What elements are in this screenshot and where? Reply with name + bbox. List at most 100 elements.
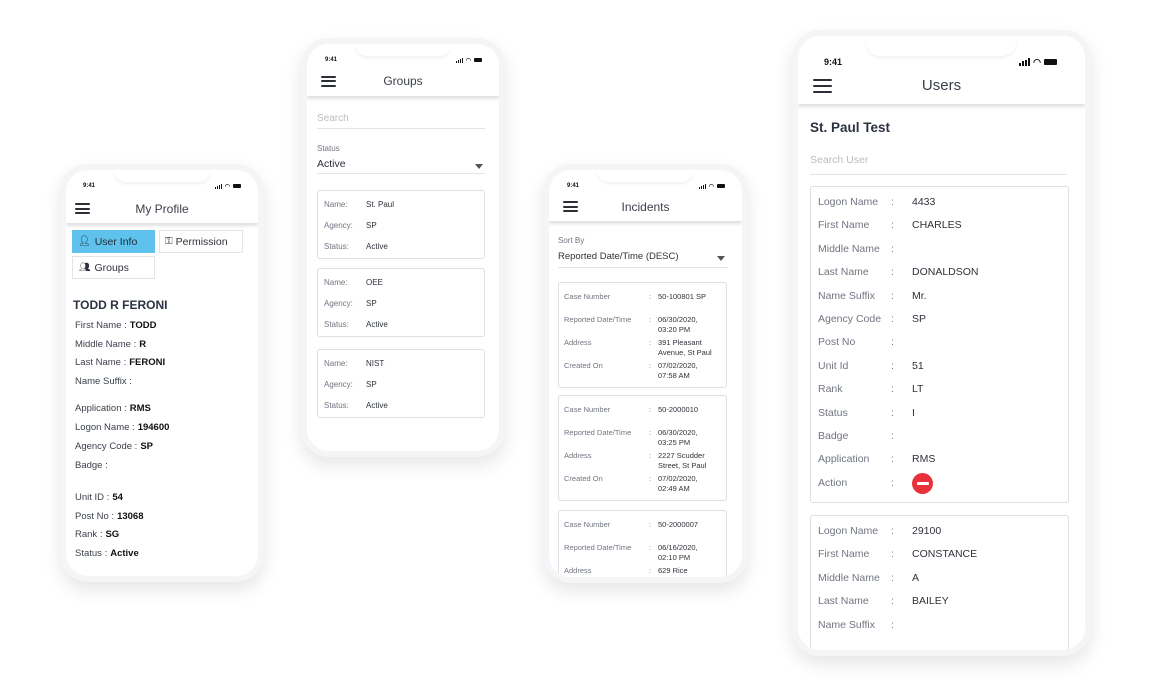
profile-field: Middle Name :R: [75, 339, 146, 350]
field-separator: :: [891, 196, 894, 208]
profile-field: Badge :: [75, 460, 111, 471]
group-field-value: Active: [366, 242, 388, 251]
user-field-value: I: [912, 406, 915, 419]
group-field-value: SP: [366, 299, 377, 308]
user-field-value: SP: [912, 313, 927, 325]
user-field-value: RMS: [912, 453, 936, 466]
profile-field-label: Agency Code :: [75, 441, 138, 452]
incident-card[interactable]: Case Number:50-100801 SP Reported Date/Ti…: [558, 282, 727, 388]
status-filter-select[interactable]: Active: [317, 158, 346, 170]
created-label: Created On: [564, 361, 603, 370]
menu-icon[interactable]: [75, 203, 90, 214]
created-value: 07/02/2020,: [658, 361, 698, 370]
phone-notch: [866, 36, 1016, 56]
profile-field-label: Logon Name :: [75, 422, 135, 433]
address-value-line2: Avenue, St Paul: [658, 348, 712, 357]
field-separator: :: [649, 474, 652, 483]
incidents-phone: 9:41 ◠ Incidents Sort By Reported Date/T…: [549, 170, 742, 577]
search-underline: [810, 174, 1067, 175]
tab-groups[interactable]: 👥︎ Groups: [72, 256, 155, 279]
field-separator: :: [649, 543, 652, 552]
wifi-icon: ◠: [224, 183, 230, 190]
group-field-value: SP: [366, 221, 377, 230]
group-field-label: Name:: [324, 200, 348, 209]
incident-card[interactable]: Case Number:50-2000010 Reported Date/Time…: [558, 395, 727, 501]
address-label: Address: [564, 338, 592, 347]
case-number-label: Case Number: [564, 405, 611, 414]
field-separator: :: [649, 428, 652, 437]
remove-user-button[interactable]: [912, 473, 933, 494]
field-separator: :: [891, 336, 894, 349]
menu-icon[interactable]: [563, 201, 578, 212]
status-time: 9:41: [325, 57, 338, 63]
profile-field-value: 54: [112, 492, 123, 503]
sort-select[interactable]: Reported Date/Time (DESC): [558, 251, 679, 262]
user-card[interactable]: Logon Name: 29100 First Name: CONSTANCE Midd…: [810, 515, 1069, 650]
page-title: Users: [921, 77, 962, 94]
user-icon: 👤︎: [78, 236, 91, 247]
group-field-label: Name:: [324, 359, 348, 368]
group-field-label: Status:: [324, 401, 349, 410]
profile-field: Unit ID :54: [75, 492, 123, 503]
profile-field: Name Suffix :: [75, 376, 135, 387]
field-separator: :: [649, 405, 652, 414]
profile-field-label: Middle Name :: [75, 339, 137, 350]
wifi-icon: ◠: [708, 183, 714, 190]
group-card[interactable]: Name: NIST Agency: SP Status: Active: [317, 349, 485, 418]
user-field-value: 4433: [912, 196, 936, 208]
created-value-time: 07:58 AM: [658, 371, 690, 380]
profile-field: Last Name : FERONI: [75, 357, 165, 368]
incident-card[interactable]: Case Number:50-2000007 Reported Date/Time…: [558, 510, 727, 577]
user-field-value: LT: [912, 383, 924, 396]
created-value: 07/02/2020,: [658, 474, 698, 483]
battery-icon: [233, 184, 241, 188]
search-underline: [317, 128, 485, 129]
user-field-label: Middle Name: [818, 571, 880, 584]
search-input[interactable]: Search: [317, 113, 349, 124]
address-label: Address: [564, 566, 592, 575]
address-value: 629 Rice: [658, 566, 688, 575]
field-separator: :: [891, 289, 894, 302]
signal-icon: [455, 57, 463, 63]
field-separator: :: [891, 266, 894, 279]
menu-icon[interactable]: [321, 75, 336, 87]
profile-field: Agency Code : SP: [75, 441, 153, 452]
user-field-value: A: [912, 571, 920, 584]
user-field-label: Action: [818, 476, 848, 489]
user-card[interactable]: Logon Name: 4433 First Name: CHARLES Middle …: [810, 186, 1069, 503]
reported-value: 06/30/2020,: [658, 315, 698, 324]
address-value-line2: Street, St Paul: [658, 461, 707, 470]
profile-field: Status : Active: [75, 548, 139, 559]
tab-permission[interactable]: ⚿ Permission: [159, 230, 243, 253]
organization-title: St. Paul Test: [810, 120, 891, 135]
reported-value: 06/16/2020,: [658, 543, 698, 552]
profile-field-label: Last Name :: [75, 357, 127, 368]
status-filter-label: Status: [317, 144, 340, 153]
user-field-value: BAILEY: [912, 595, 949, 608]
chevron-down-icon[interactable]: [475, 164, 483, 169]
profile-field-label: Rank :: [75, 529, 103, 540]
chevron-down-icon[interactable]: [717, 256, 725, 261]
menu-icon[interactable]: [813, 78, 832, 93]
profile-field: Logon Name :194600: [75, 422, 169, 433]
profile-field-value: TODD: [129, 320, 157, 331]
group-card[interactable]: Name: St. Paul Agency: SP Status: Active: [317, 190, 485, 259]
user-field-label: Unit Id: [818, 359, 849, 372]
user-field-value: 51: [912, 359, 924, 372]
battery-icon: [1044, 59, 1057, 65]
status-bar: 9:41 ◠: [83, 181, 241, 191]
sort-label: Sort By: [558, 236, 585, 245]
field-separator: :: [891, 242, 894, 255]
tab-user-info[interactable]: 👤︎ User Info: [72, 230, 155, 253]
reported-value-time: 03:25 PM: [658, 438, 691, 447]
group-field-label: Agency:: [324, 299, 353, 308]
profile-field-label: Status :: [75, 548, 108, 559]
profile-field-label: Application :: [75, 403, 127, 414]
group-field-value: NIST: [366, 359, 385, 368]
search-user-input[interactable]: Search User: [810, 154, 868, 166]
minus-icon: [916, 482, 929, 485]
address-value: 2227 Scudder: [658, 451, 705, 460]
group-card[interactable]: Name: OEE Agency: SP Status: Active: [317, 268, 485, 337]
field-separator: :: [649, 338, 652, 347]
field-separator: :: [649, 315, 652, 324]
